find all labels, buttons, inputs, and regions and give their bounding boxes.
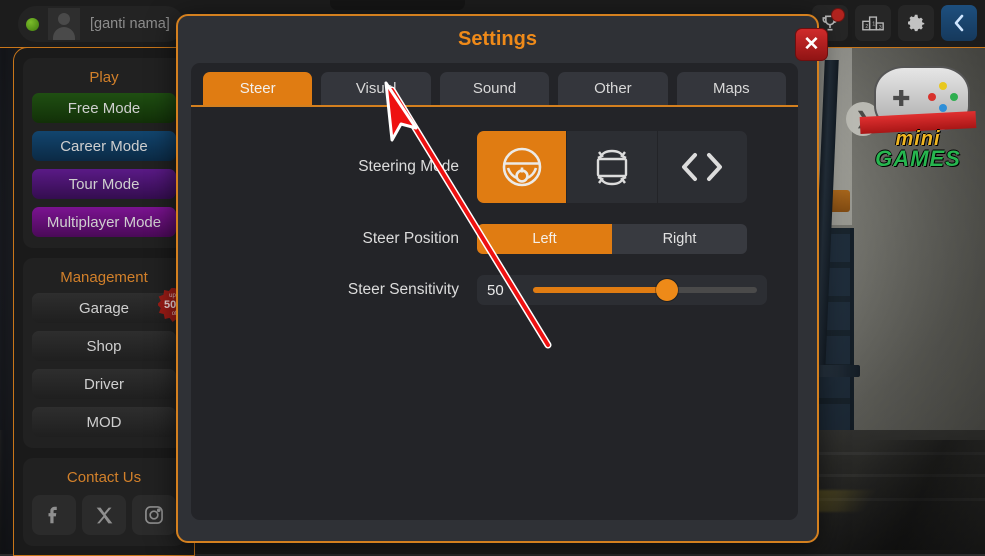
top-icon-bar: 1 2 3 <box>812 5 977 41</box>
settings-tabbar: Steer Visual Sound Other Maps <box>191 63 798 105</box>
instagram-button[interactable] <box>132 495 176 535</box>
sidebar-group-management: Management Garage upto 50% off Shop Driv… <box>23 258 192 448</box>
sidebar-item-tour-mode[interactable]: Tour Mode <box>32 169 176 199</box>
tab-sound[interactable]: Sound <box>439 72 550 105</box>
tab-label: Steer <box>239 80 276 97</box>
back-button[interactable] <box>941 5 977 41</box>
x-twitter-icon <box>96 507 112 523</box>
sidebar-item-label: Multiplayer Mode <box>46 213 162 231</box>
row-steer-position: Steer Position Left Right <box>191 224 798 254</box>
sidebar-item-label: Garage <box>78 299 130 317</box>
sidebar-item-shop[interactable]: Shop <box>32 331 176 361</box>
steer-position-left-option[interactable]: Left <box>477 224 612 254</box>
instagram-icon <box>145 506 163 524</box>
facebook-button[interactable] <box>32 495 76 535</box>
tab-other[interactable]: Other <box>558 72 668 105</box>
tab-visual[interactable]: Visual <box>321 72 431 105</box>
tab-label: Visual <box>355 80 397 97</box>
sidebar-item-label: MOD <box>86 413 122 431</box>
settings-panel: Steer Visual Sound Other Maps Steering M… <box>191 63 798 520</box>
steering-mode-wheel-option[interactable] <box>477 131 568 203</box>
close-icon: ✕ <box>803 34 820 55</box>
tab-maps[interactable]: Maps <box>676 72 787 105</box>
svg-text:2: 2 <box>865 24 868 30</box>
username-label: [ganti nama] <box>90 16 170 32</box>
sidebar-item-label: Career Mode <box>60 137 148 155</box>
leaderboard-button[interactable]: 1 2 3 <box>855 5 891 41</box>
svg-text:3: 3 <box>879 25 882 31</box>
steering-mode-options <box>477 131 747 203</box>
dialog-title: Settings <box>458 28 537 50</box>
steering-wheel-icon <box>502 147 541 187</box>
logo-text-games: GAMES <box>875 146 961 171</box>
sidebar-item-label: Free Mode <box>67 99 141 117</box>
sidebar-heading-play: Play <box>89 69 119 86</box>
leaderboard-icon: 1 2 3 <box>862 16 884 31</box>
sidebar-item-multiplayer-mode[interactable]: Multiplayer Mode <box>32 207 176 237</box>
close-button[interactable]: ✕ <box>795 28 828 61</box>
sidebar-heading-management: Management <box>60 269 148 286</box>
arrow-buttons-icon <box>682 153 723 181</box>
sidebar-item-label: Driver <box>84 375 124 393</box>
settings-button[interactable] <box>898 5 934 41</box>
svg-text:1: 1 <box>872 22 875 28</box>
settings-dialog: Settings ✕ Steer Visual Sound Other Maps <box>176 14 828 543</box>
row-steering-mode: Steering Mode <box>191 131 798 203</box>
gamepad-buttons <box>928 82 958 112</box>
sidebar-item-garage[interactable]: Garage upto 50% off <box>32 288 192 323</box>
sidebar-item-career-mode[interactable]: Career Mode <box>32 131 176 161</box>
tab-label: Other <box>594 80 632 97</box>
notification-badge <box>831 8 845 22</box>
dpad-icon: ✚ <box>892 86 911 111</box>
steer-sensitivity-slider[interactable]: 50 <box>477 275 767 305</box>
sidebar-group-contact: Contact Us <box>23 458 185 546</box>
sidebar-item-mod[interactable]: MOD <box>32 407 176 437</box>
option-label: Left <box>532 231 557 247</box>
social-links <box>32 493 176 535</box>
row-steer-sensitivity: Steer Sensitivity 50 <box>191 275 798 305</box>
steer-sensitivity-value: 50 <box>487 281 504 299</box>
avatar <box>48 8 80 40</box>
settings-rows: Steering Mode Steer Position Left Right … <box>191 107 798 305</box>
chevron-left-icon <box>954 14 964 32</box>
left-sidebar: Play Free Mode Career Mode Tour Mode Mul… <box>13 47 195 556</box>
sidebar-item-free-mode[interactable]: Free Mode <box>32 93 176 123</box>
sidebar-group-play: Play Free Mode Career Mode Tour Mode Mul… <box>23 58 185 248</box>
steer-position-label: Steer Position <box>362 230 460 247</box>
slider-fill <box>533 287 668 293</box>
steer-sensitivity-label: Steer Sensitivity <box>347 281 459 298</box>
minigames-logo: ❯ ✚ mini GAMES <box>846 58 978 171</box>
tab-label: Maps <box>712 80 750 97</box>
sidebar-item-label: Tour Mode <box>68 175 140 193</box>
slider-track[interactable] <box>533 279 757 301</box>
steering-mode-arrows-option[interactable] <box>658 131 747 203</box>
gear-icon <box>908 14 925 32</box>
sidebar-item-driver[interactable]: Driver <box>32 369 176 399</box>
steering-mode-tilt-option[interactable] <box>567 131 658 203</box>
steer-position-toggle: Left Right <box>477 224 747 254</box>
steering-mode-label: Steering Mode <box>358 158 459 175</box>
tab-steer[interactable]: Steer <box>203 72 313 105</box>
top-center-notch <box>330 0 465 10</box>
sidebar-heading-contact: Contact Us <box>66 469 142 486</box>
steer-position-right-option[interactable]: Right <box>612 224 747 254</box>
profile-chip[interactable]: [ganti nama] <box>18 6 184 42</box>
sidebar-item-label: Shop <box>86 337 122 355</box>
facebook-icon <box>48 506 57 524</box>
tab-label: Sound <box>472 80 517 97</box>
tilt-device-icon <box>596 149 628 186</box>
online-status-icon <box>26 17 39 31</box>
option-label: Right <box>662 231 697 247</box>
x-twitter-button[interactable] <box>82 495 126 535</box>
slider-knob[interactable] <box>656 279 679 301</box>
